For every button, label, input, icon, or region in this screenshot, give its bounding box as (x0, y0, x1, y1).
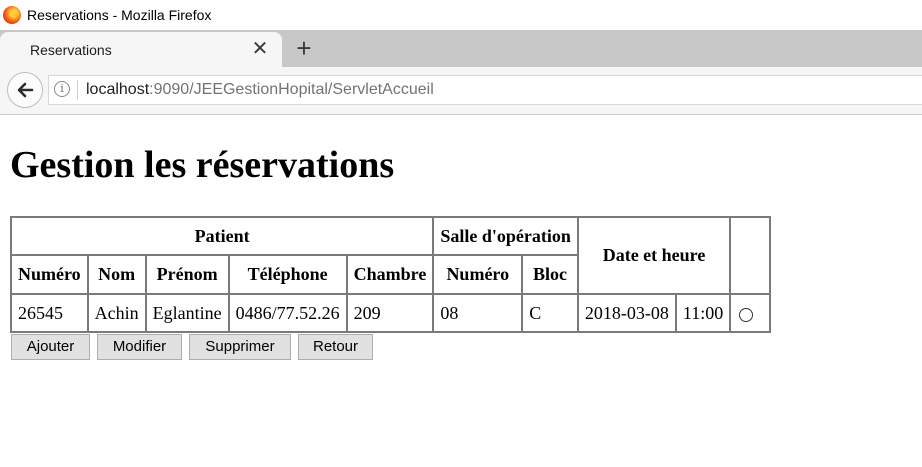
cell-chambre: 209 (346, 294, 434, 332)
url-path: :9090/JEEGestionHopital/ServletAccueil (149, 81, 434, 98)
header-numero: Numéro (11, 255, 88, 294)
table-header-group-row: Patient Salle d'opération Date et heure (11, 217, 771, 294)
info-icon[interactable]: i (54, 81, 70, 97)
back-arrow-icon (17, 82, 34, 98)
cell-salle-numero: 08 (433, 294, 523, 332)
firefox-logo-icon (3, 6, 21, 24)
navigation-bar: i localhost:9090/JEEGestionHopital/Servl… (0, 67, 922, 115)
header-chambre: Chambre (346, 255, 434, 294)
cell-bloc: C (522, 294, 578, 332)
cell-select (730, 294, 771, 332)
retour-button[interactable]: Retour (298, 334, 373, 360)
cell-numero: 26545 (11, 294, 88, 332)
ajouter-button[interactable]: Ajouter (11, 334, 90, 360)
url-separator (77, 80, 78, 100)
page-title: Gestion les réservations (10, 144, 395, 186)
tab-strip: Reservations ✕ (0, 30, 922, 67)
header-salle-numero: Numéro (433, 255, 523, 294)
cell-nom: Achin (87, 294, 146, 332)
cell-telephone: 0486/77.52.26 (228, 294, 347, 332)
window-titlebar: Reservations - Mozilla Firefox (0, 0, 922, 30)
window-title: Reservations - Mozilla Firefox (27, 7, 212, 23)
header-date-heure: Date et heure (577, 217, 731, 294)
tab-label: Reservations (30, 42, 112, 58)
close-icon[interactable]: ✕ (249, 37, 271, 61)
header-prenom: Prénom (145, 255, 229, 294)
supprimer-button[interactable]: Supprimer (189, 334, 291, 360)
header-salle: Salle d'opération (433, 217, 578, 255)
cell-prenom: Eglantine (145, 294, 229, 332)
url-bar[interactable]: i localhost:9090/JEEGestionHopital/Servl… (48, 75, 922, 105)
header-select (730, 217, 771, 294)
table-row: 26545 Achin Eglantine 0486/77.52.26 209 … (11, 294, 771, 332)
new-tab-plus-icon[interactable]: + (291, 34, 317, 64)
page-content: Gestion les réservations Patient Salle d… (0, 115, 922, 467)
cell-date: 2018-03-08 (577, 294, 676, 332)
tab-reservations[interactable]: Reservations ✕ (0, 32, 282, 67)
back-button[interactable] (7, 72, 43, 108)
header-telephone: Téléphone (228, 255, 347, 294)
cell-heure: 11:00 (675, 294, 731, 332)
reservations-table: Patient Salle d'opération Date et heure … (10, 216, 772, 333)
url-text: localhost:9090/JEEGestionHopital/Servlet… (86, 81, 434, 99)
url-host: localhost (86, 81, 150, 98)
header-patient: Patient (11, 217, 434, 255)
modifier-button[interactable]: Modifier (97, 334, 182, 360)
header-nom: Nom (87, 255, 146, 294)
row-select-radio[interactable] (739, 308, 754, 323)
header-bloc: Bloc (522, 255, 578, 294)
